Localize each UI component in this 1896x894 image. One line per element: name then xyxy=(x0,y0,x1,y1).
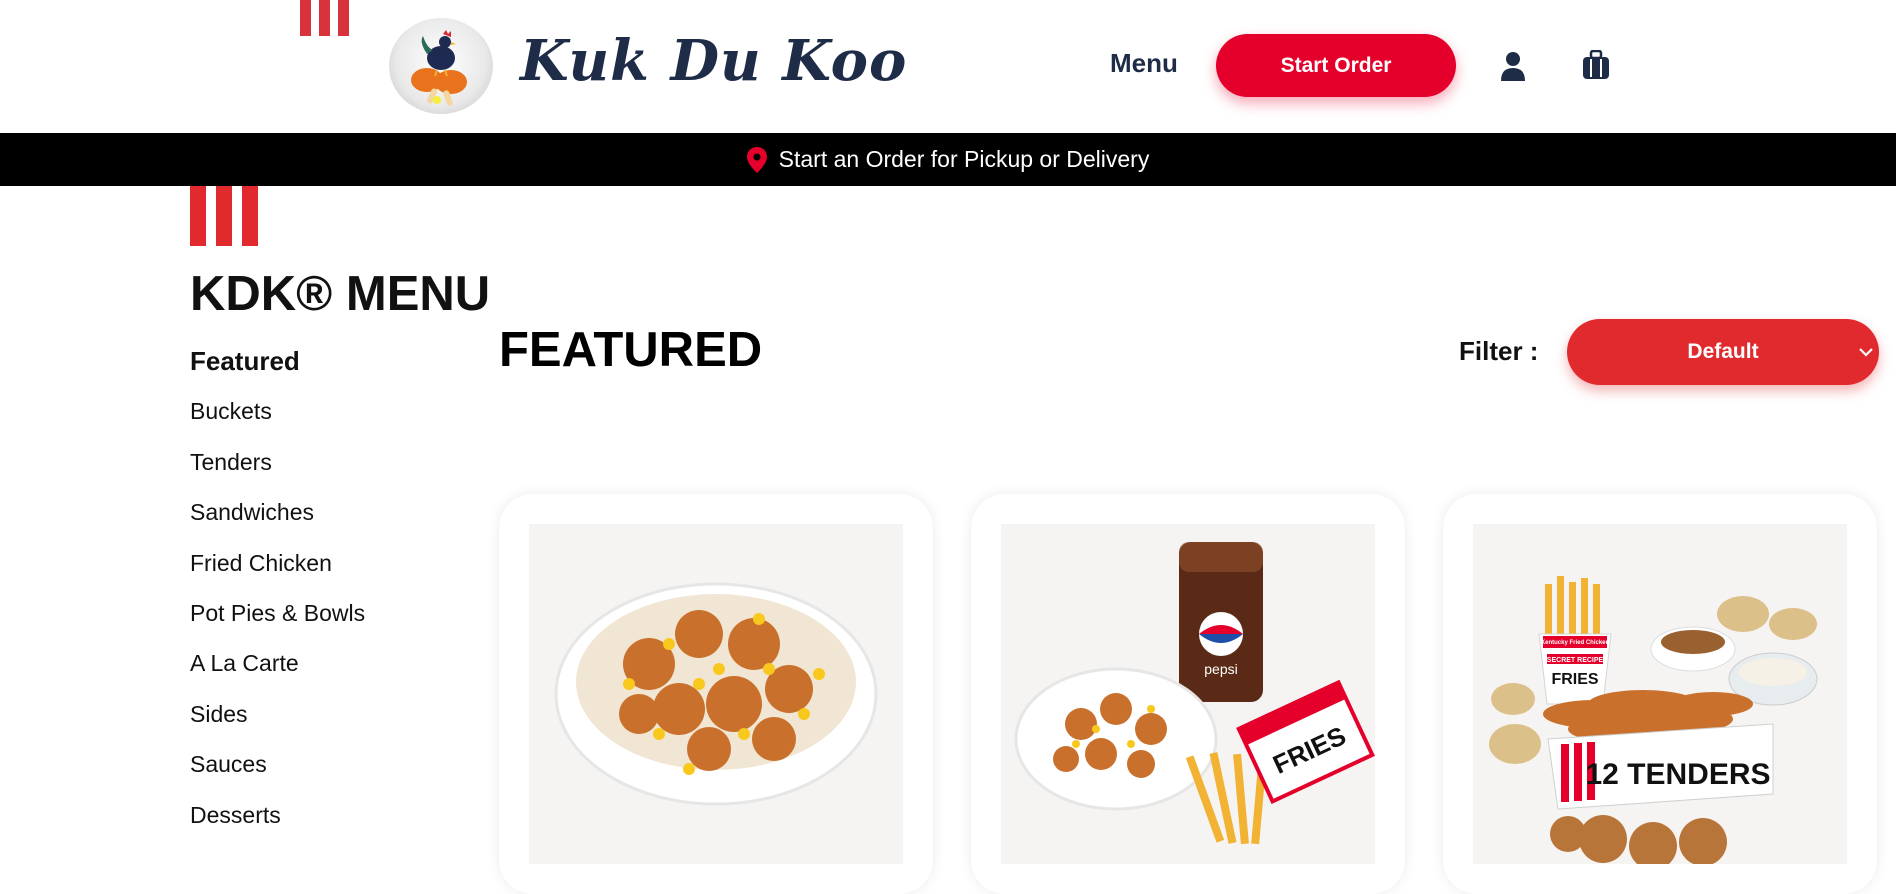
start-order-button[interactable]: Start Order xyxy=(1216,34,1456,97)
section-title: FEATURED xyxy=(499,323,763,377)
category-pot-pies-bowls[interactable]: Pot Pies & Bowls xyxy=(190,592,365,642)
start-order-banner[interactable]: Start an Order for Pickup or Delivery xyxy=(0,133,1896,186)
category-tenders[interactable]: Tenders xyxy=(190,441,365,491)
12-tenders-meal-image: Kentucky Fried Chicken SECRET RECIPE FRI… xyxy=(1473,524,1847,864)
product-card[interactable]: pepsi FRIES xyxy=(971,494,1405,894)
brand-stripes xyxy=(300,0,360,36)
secret-recipe-text: SECRET RECIPE xyxy=(1547,657,1604,664)
category-nav: Featured Buckets Tenders Sandwiches Frie… xyxy=(190,340,365,844)
category-buckets[interactable]: Buckets xyxy=(190,390,365,440)
menu-title: KDK® MENU xyxy=(190,267,491,321)
category-featured[interactable]: Featured xyxy=(190,340,365,390)
category-sides[interactable]: Sides xyxy=(190,693,365,743)
filter-selected-value: Default xyxy=(1687,340,1759,363)
category-sandwiches[interactable]: Sandwiches xyxy=(190,491,365,541)
brand-name[interactable]: Kuk Du Koo xyxy=(520,28,907,94)
site-header: Kuk Du Koo Menu Start Order xyxy=(0,0,1896,133)
category-fried-chicken[interactable]: Fried Chicken xyxy=(190,542,365,592)
kentucky-fried-chicken-text: Kentucky Fried Chicken xyxy=(1541,640,1610,646)
bag-icon[interactable] xyxy=(1582,50,1610,80)
start-order-banner-text: Start an Order for Pickup or Delivery xyxy=(778,146,1150,172)
category-a-la-carte[interactable]: A La Carte xyxy=(190,642,365,692)
12-tenders-text: 12 TENDERS xyxy=(1585,758,1770,791)
category-desserts[interactable]: Desserts xyxy=(190,794,365,844)
sidebar-stripes xyxy=(190,186,258,246)
nav-menu-link[interactable]: Menu xyxy=(1110,48,1178,79)
category-sauces[interactable]: Sauces xyxy=(190,743,365,793)
product-card[interactable]: Kentucky Fried Chicken SECRET RECIPE FRI… xyxy=(1443,494,1877,894)
filter-label: Filter : xyxy=(1459,336,1539,366)
bowl-combo-image: pepsi FRIES xyxy=(1001,524,1375,864)
chevron-down-icon xyxy=(1859,348,1873,357)
account-icon[interactable] xyxy=(1500,50,1526,82)
location-pin-icon xyxy=(746,146,767,173)
pepsi-text: pepsi xyxy=(1204,661,1237,677)
fries-bucket-text: FRIES xyxy=(1551,671,1598,688)
famous-bowl-image xyxy=(529,524,903,864)
product-card[interactable] xyxy=(499,494,933,894)
filter-select[interactable]: Default xyxy=(1567,319,1879,385)
rooster-logo[interactable] xyxy=(389,18,493,114)
